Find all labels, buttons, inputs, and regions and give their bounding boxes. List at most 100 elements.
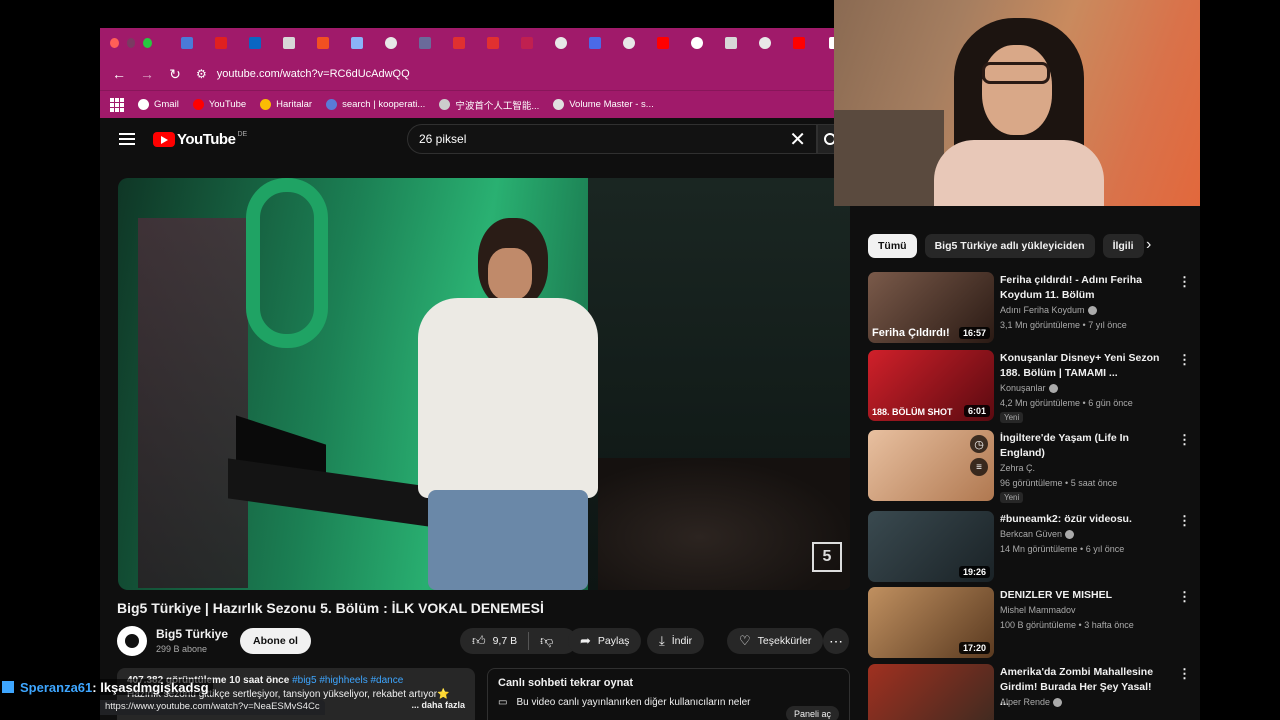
video-thumbnail[interactable]: Feriha Çıldırdı! 16:57 — [868, 272, 994, 343]
chip-from-uploader[interactable]: Big5 Türkiye adlı yükleyiciden — [924, 234, 1095, 258]
view-count: 14 Mn görüntüleme • 6 yıl önce — [1000, 544, 1125, 554]
tab[interactable] — [476, 28, 510, 58]
new-badge: Yeni — [1000, 492, 1024, 503]
tab[interactable] — [306, 28, 340, 58]
address-bar[interactable]: ⚙ youtube.com/watch?v=RC6dUcAdwQQ — [196, 61, 850, 87]
reload-icon[interactable]: ↻ — [162, 61, 188, 87]
tab[interactable] — [544, 28, 578, 58]
bookmark-search[interactable]: search | kooperati... — [326, 99, 425, 110]
more-options-icon[interactable]: ⋮ — [1178, 589, 1191, 605]
bookmark-ningbo[interactable]: 宁波首个人工智能... — [439, 98, 539, 112]
search-input[interactable]: 26 piksel ✕ — [407, 124, 817, 154]
recommendation-item[interactable]: Feriha Çıldırdı! 16:57 Feriha çıldırdı! … — [868, 272, 1191, 344]
video-title: İngiltere'de Yaşam (Life In England) — [1000, 432, 1129, 459]
menu-icon[interactable] — [119, 133, 135, 145]
video-thumbnail[interactable]: 19:26 — [868, 511, 994, 582]
tab-bar — [100, 28, 850, 58]
tab[interactable] — [442, 28, 476, 58]
youtube-icon — [192, 99, 204, 110]
tab[interactable] — [714, 28, 748, 58]
verified-icon — [1065, 530, 1075, 540]
tab[interactable] — [408, 28, 442, 58]
thanks-button[interactable]: ♡ Teşekkürler — [727, 628, 824, 654]
subscriber-count: 299 B abone — [156, 644, 208, 654]
channel-avatar[interactable] — [117, 626, 147, 656]
tab[interactable] — [748, 28, 782, 58]
verified-icon — [1053, 698, 1063, 708]
subscribe-button[interactable]: Abone ol — [240, 628, 311, 654]
browser-window: ← → ↻ ⚙ youtube.com/watch?v=RC6dUcAdwQQ … — [100, 28, 850, 720]
forward-arrow-icon[interactable]: → — [134, 61, 160, 87]
video-thumbnail[interactable]: 188. BÖLÜM SHOT 6:01 — [868, 350, 994, 421]
bookmark-maps[interactable]: Haritalar — [260, 99, 312, 110]
tab[interactable] — [374, 28, 408, 58]
apps-grid-icon[interactable] — [110, 97, 124, 112]
more-options-icon[interactable]: ⋮ — [1178, 513, 1191, 529]
more-options-icon[interactable]: ⋮ — [1178, 352, 1191, 368]
tab[interactable] — [204, 28, 238, 58]
view-count: 96 görüntüleme • 5 saat önce — [1000, 478, 1118, 488]
tab[interactable] — [272, 28, 306, 58]
view-count: 3,1 Mn görüntüleme • 7 yıl önce — [1000, 320, 1127, 330]
screen: ← → ↻ ⚙ youtube.com/watch?v=RC6dUcAdwQQ … — [0, 0, 1280, 720]
like-icon[interactable]: 👍︎ — [472, 633, 486, 649]
download-button[interactable]: ⤓ İndir — [647, 628, 705, 654]
chip-related[interactable]: İlgili — [1102, 234, 1144, 258]
more-options-icon[interactable]: ⋮ — [1178, 666, 1191, 682]
tab[interactable] — [612, 28, 646, 58]
watch-later-icon[interactable]: ◷ — [970, 435, 988, 453]
video-thumbnail[interactable]: ◷ ≡ — [868, 430, 994, 501]
recommendation-item[interactable]: 19:26 #buneamk2: özür videosu. Berkcan G… — [868, 511, 1191, 583]
chat-message: : lkşasdmgişkadsg — [92, 679, 209, 695]
channel-row: Big5 Türkiye 299 B abone Abone ol 👍︎ 9,7… — [117, 626, 850, 658]
bookmark-gmail[interactable]: Gmail — [138, 99, 179, 110]
more-options-icon[interactable]: ⋮ — [1178, 432, 1191, 448]
tab[interactable] — [170, 28, 204, 58]
open-panel-button[interactable]: Paneli aç — [785, 706, 839, 720]
video-thumbnail[interactable]: 17:20 — [868, 587, 994, 658]
recommendation-item[interactable]: 188. BÖLÜM SHOT 6:01 Konuşanlar Disney+ … — [868, 350, 1191, 423]
tab[interactable] — [238, 28, 272, 58]
more-options-icon[interactable]: ⋮ — [1178, 274, 1191, 290]
chevron-right-icon[interactable]: › — [1146, 236, 1151, 254]
close-window-button[interactable] — [110, 38, 119, 48]
tab[interactable] — [578, 28, 612, 58]
tab[interactable] — [680, 28, 714, 58]
youtube-logo[interactable]: YouTube DE — [153, 131, 247, 148]
recommendations-sidebar: Tümü Big5 Türkiye adlı yükleyiciden İlgi… — [850, 206, 1200, 720]
site-info-icon[interactable]: ⚙ — [196, 67, 207, 81]
tab[interactable] — [782, 28, 816, 58]
video-player[interactable]: 5 — [118, 178, 850, 590]
minimize-window-button[interactable] — [126, 38, 136, 48]
video-title: DENIZLER VE MISHEL — [1000, 589, 1113, 601]
bookmark-youtube[interactable]: YouTube — [192, 99, 246, 110]
recommendation-item[interactable]: ◷ ≡ İngiltere'de Yaşam (Life In England)… — [868, 430, 1191, 503]
hashtags[interactable]: #big5 #highheels #dance — [292, 675, 403, 686]
recommendation-item[interactable]: Amerika'da Zombi Mahallesine Girdim! Bur… — [868, 664, 1191, 720]
channel-name: Adını Feriha Koydum — [1000, 305, 1097, 316]
view-count: 4,2 Mn görüntüleme • 6 gün önce — [1000, 398, 1133, 408]
maps-pin-icon — [260, 99, 272, 110]
channel-name: Konuşanlar — [1000, 383, 1058, 394]
thumbnail-text: 188. BÖLÜM SHOT — [872, 407, 953, 417]
navigation-bar: ← → ↻ ⚙ youtube.com/watch?v=RC6dUcAdwQQ — [100, 58, 850, 90]
tab[interactable] — [646, 28, 680, 58]
recommendation-item[interactable]: 17:20 DENIZLER VE MISHEL Mishel Mammadov… — [868, 587, 1191, 659]
more-actions-icon[interactable]: ⋯ — [823, 628, 849, 654]
video-thumbnail[interactable] — [868, 664, 994, 720]
chat-username: Speranza61 — [20, 679, 93, 695]
channel-name[interactable]: Big5 Türkiye — [156, 627, 228, 641]
clear-search-icon[interactable]: ✕ — [789, 127, 806, 152]
share-button[interactable]: ➦ Paylaş — [568, 628, 642, 654]
tab[interactable] — [340, 28, 374, 58]
back-arrow-icon[interactable]: ← — [106, 61, 132, 87]
like-count[interactable]: 9,7 B — [493, 635, 518, 647]
view-count: 100 B görüntüleme • 3 hafta önce — [1000, 620, 1134, 630]
tab[interactable] — [510, 28, 544, 58]
dislike-icon[interactable]: 👎︎ — [540, 633, 553, 649]
maximize-window-button[interactable] — [143, 38, 153, 48]
add-to-queue-icon[interactable]: ≡ — [970, 458, 988, 476]
channel-watermark: 5 — [812, 542, 842, 572]
bookmark-volume-master[interactable]: Volume Master - s... — [553, 99, 654, 110]
chip-all[interactable]: Tümü — [868, 234, 917, 258]
